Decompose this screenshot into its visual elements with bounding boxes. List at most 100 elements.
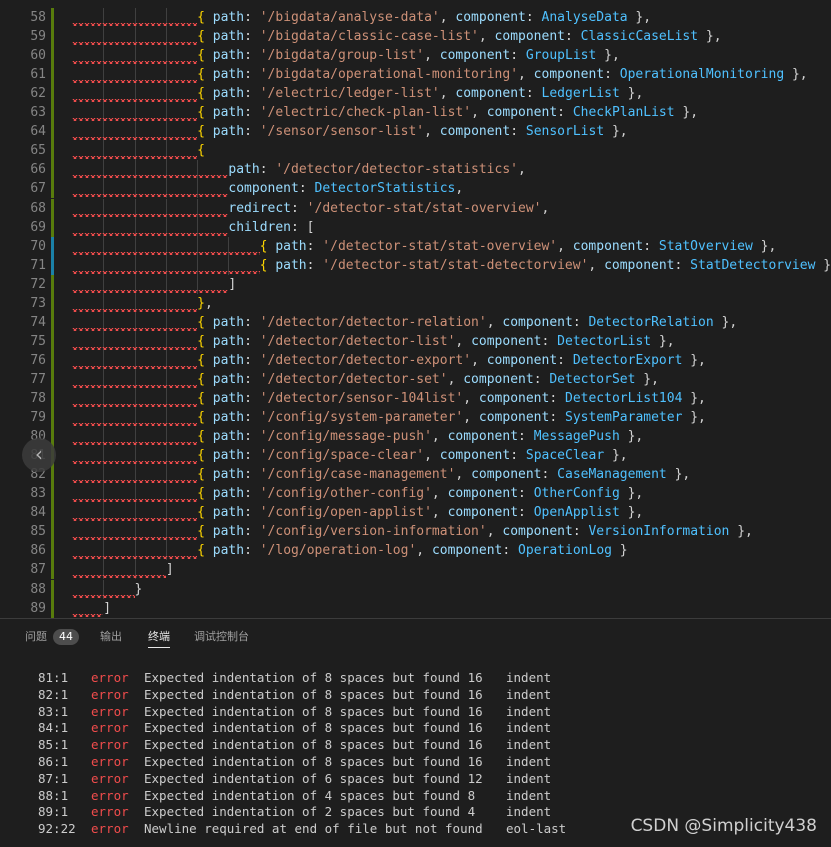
code-token: : (510, 48, 526, 63)
line-number: 68 (0, 199, 46, 218)
error-squiggle (72, 271, 260, 274)
code-token: component (487, 105, 557, 120)
code-token: DetectorExport (573, 353, 683, 368)
error-message: Newline required at end of file but not … (144, 820, 483, 837)
code-token: { (197, 86, 213, 101)
code-token: '/detector/sensor-104list' (260, 391, 464, 406)
code-line: 80{ path: '/config/message-push', compon… (0, 427, 831, 446)
code-line: 64{ path: '/sensor/sensor-list', compone… (0, 122, 831, 141)
error-squiggle (72, 556, 197, 559)
code-token: }, (628, 10, 651, 25)
code-token: '/config/open-applist' (260, 505, 432, 520)
panel-tab[interactable]: 输出 (100, 629, 122, 647)
line-number: 77 (0, 370, 46, 389)
line-number: 69 (0, 218, 46, 237)
gutter-change-marker (51, 275, 54, 294)
code-token: path (213, 29, 244, 44)
error-squiggle (72, 442, 197, 445)
code-text: { path: '/config/open-applist', componen… (197, 503, 643, 522)
panel-tab[interactable]: 终端 (148, 629, 170, 648)
code-token: '/detector-stat/stat-overview' (307, 201, 542, 216)
code-token: SystemParameter (565, 410, 682, 425)
code-line: 83{ path: '/config/other-config', compon… (0, 484, 831, 503)
code-token: '/detector-stat/stat-detectorview' (322, 258, 588, 273)
line-number: 59 (0, 27, 46, 46)
code-token: path (213, 124, 244, 139)
code-token: OperationalMonitoring (620, 67, 784, 82)
code-token: : (542, 467, 558, 482)
code-token: : (244, 391, 260, 406)
gutter-change-marker (51, 160, 54, 179)
code-token: , (471, 353, 487, 368)
error-squiggle (72, 614, 103, 617)
panel-tab[interactable]: 问题44 (25, 629, 79, 647)
panel-tab-label: 输出 (100, 630, 122, 643)
terminal-row: 87:1errorExpected indentation of 6 space… (0, 770, 831, 787)
error-squiggle (72, 233, 228, 236)
code-token: component (455, 86, 525, 101)
line-number: 89 (0, 599, 46, 618)
code-token: : (518, 429, 534, 444)
error-squiggle (72, 137, 197, 140)
error-location: 89:1 (38, 803, 68, 820)
panel-tab[interactable]: 调试控制台 (194, 629, 249, 647)
code-token: '/log/operation-log' (260, 543, 417, 558)
code-token: , (541, 201, 549, 216)
error-rule: indent (506, 703, 551, 720)
code-token: : (244, 67, 260, 82)
terminal-row: 82:1errorExpected indentation of 8 space… (0, 686, 831, 703)
error-location: 81:1 (38, 669, 68, 686)
code-text: { path: '/config/version-information', c… (197, 522, 753, 541)
code-token: path (213, 334, 244, 349)
code-text: ] (228, 275, 236, 294)
watermark: CSDN @Simplicity438 (631, 816, 817, 836)
error-rule: indent (506, 770, 551, 787)
code-token: }, (620, 505, 643, 520)
code-token: , (518, 67, 534, 82)
gutter-change-marker (51, 484, 54, 503)
code-token: , (455, 334, 471, 349)
code-token: }, (714, 315, 737, 330)
code-token: path (213, 429, 244, 444)
line-number: 79 (0, 408, 46, 427)
line-number: 84 (0, 503, 46, 522)
error-squiggle (72, 252, 260, 255)
line-number: 87 (0, 560, 46, 579)
chevron-left-icon[interactable]: ‹ (22, 438, 56, 472)
code-token: : (244, 105, 260, 120)
code-text: { path: '/electric/check-plan-list', com… (197, 103, 698, 122)
gutter-change-marker (51, 408, 54, 427)
code-token: CaseManagement (557, 467, 667, 482)
code-token: { (197, 315, 213, 330)
code-line: 81{ path: '/config/space-clear', compone… (0, 446, 831, 465)
code-text: }, (197, 294, 213, 313)
code-token: '/config/message-push' (260, 429, 432, 444)
code-text: { path: '/config/system-parameter', comp… (197, 408, 706, 427)
code-token: '/detector-stat/stat-overview' (322, 239, 557, 254)
code-text: { path: '/log/operation-log', component:… (197, 541, 628, 560)
code-line: 74{ path: '/detector/detector-relation',… (0, 313, 831, 332)
error-message: Expected indentation of 6 spaces but fou… (144, 770, 483, 787)
code-token: AnalyseData (542, 10, 628, 25)
code-editor[interactable]: 58{ path: '/bigdata/analyse-data', compo… (0, 0, 831, 618)
code-token: OpenApplist (534, 505, 620, 520)
code-text: { path: '/detector/detector-export', com… (197, 351, 706, 370)
code-token: }, (620, 486, 643, 501)
error-squiggle (72, 156, 197, 159)
code-token: path (213, 353, 244, 368)
gutter-change-marker (51, 256, 54, 275)
code-token: path (228, 162, 259, 177)
error-squiggle (72, 194, 228, 197)
code-token: component (573, 239, 643, 254)
code-token: '/electric/check-plan-list' (260, 105, 471, 120)
error-location: 84:1 (38, 719, 68, 736)
code-token: GroupList (526, 48, 596, 63)
code-line: 59{ path: '/bigdata/classic-case-list', … (0, 27, 831, 46)
code-line: 77{ path: '/detector/detector-set', comp… (0, 370, 831, 389)
code-token: { (197, 391, 213, 406)
code-token: path (213, 486, 244, 501)
gutter-change-marker (51, 65, 54, 84)
code-line: 67component: DetectorStatistics, (0, 179, 831, 198)
code-token: ClassicCaseList (581, 29, 698, 44)
error-squiggle (72, 214, 228, 217)
